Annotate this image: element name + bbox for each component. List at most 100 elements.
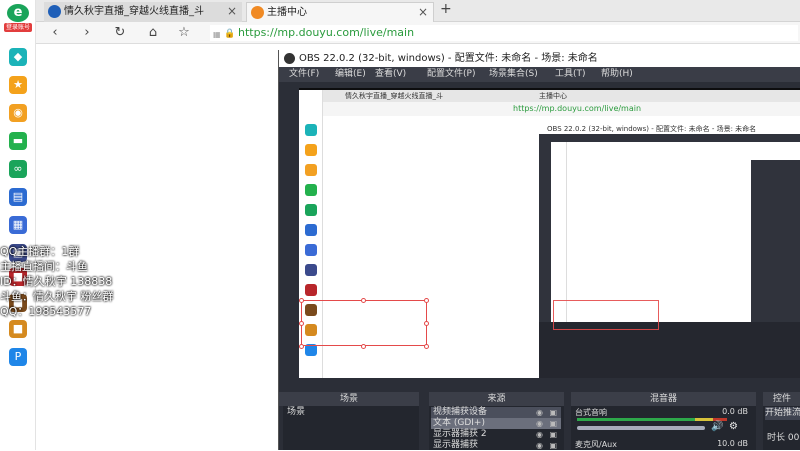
- controls-panel: 开始推流 时长 00: [763, 406, 800, 450]
- eye-icon[interactable]: ◉: [536, 418, 543, 429]
- address-bar[interactable]: ▦ 🔒 https://mp.douyu.com/live/main: [210, 25, 798, 41]
- captured-tab-title-2: 主播中心: [539, 92, 567, 100]
- login-label[interactable]: 登录账号: [4, 23, 32, 32]
- close-icon[interactable]: ×: [418, 3, 428, 22]
- source-label: 显示器捕获: [433, 440, 479, 450]
- eye-icon[interactable]: ◉: [536, 407, 543, 418]
- selection-box-nested: [553, 300, 659, 330]
- stream-overlay-text: QQ主播群：1群 主播直播间：斗鱼 ID：情久秋宇 138838 斗鱼：情久秋宇 粉丝…: [0, 245, 150, 325]
- resize-handle[interactable]: [361, 344, 366, 349]
- resize-handle[interactable]: [299, 321, 304, 326]
- eye-icon[interactable]: ◉: [536, 440, 543, 451]
- obs-menu-bar: 文件(F) 编辑(E) 查看(V) 配置文件(P) 场景集合(S) 工具(T) 帮助(H): [279, 67, 800, 82]
- captured-document-icon: [305, 244, 317, 256]
- sources-header: 来源: [429, 392, 564, 406]
- obs-title-bar: OBS 22.0.2 (32-bit, windows) - 配置文件: 未命名…: [279, 50, 800, 67]
- tab-douyu-stream[interactable]: 情久秋宇直播_穿越火线直播_斗 ×: [44, 2, 242, 22]
- lock-icon[interactable]: ▣: [549, 440, 557, 451]
- document-icon[interactable]: ▦: [9, 216, 27, 234]
- resize-handle[interactable]: [299, 298, 304, 303]
- resize-handle[interactable]: [361, 298, 366, 303]
- source-item[interactable]: 视频捕获设备 ◉ ▣: [431, 407, 561, 418]
- logo-icon: e: [7, 4, 29, 22]
- selection-box[interactable]: [301, 300, 427, 346]
- close-icon[interactable]: ×: [227, 2, 237, 21]
- resize-handle[interactable]: [424, 298, 429, 303]
- resize-handle[interactable]: [299, 344, 304, 349]
- lock-icon[interactable]: ▣: [549, 407, 557, 418]
- mixer-header: 混音器: [571, 392, 756, 406]
- captured-obs: OBS 22.0.2 (32-bit, windows) - 配置文件: 未命名…: [539, 124, 800, 378]
- p-icon[interactable]: P: [9, 348, 27, 366]
- obs-menu-item[interactable]: 工具(T): [555, 67, 586, 82]
- lock-icon: 🔒: [224, 29, 236, 39]
- scenes-list: 场景: [283, 406, 419, 450]
- captured-preview-2: [551, 142, 800, 322]
- tab-streamer-center[interactable]: 主播中心 ×: [246, 2, 434, 22]
- browser-tab-icon: [48, 5, 61, 18]
- mixer-channel-value: 0.0 dB: [722, 407, 748, 416]
- mixer-channel-value-2: 10.0 dB: [717, 439, 748, 448]
- weibo-icon[interactable]: ◉: [9, 104, 27, 122]
- captured-obs-2: [751, 160, 800, 322]
- captured-tab-title: 情久秋宇直播_穿越火线直播_斗: [345, 92, 443, 100]
- obs-menu-item[interactable]: 文件(F): [289, 67, 319, 82]
- resize-handle[interactable]: [424, 321, 429, 326]
- source-item[interactable]: 文本 (GDI+) ◉ ▣: [431, 418, 561, 429]
- bookmark-star-icon[interactable]: ☆: [175, 24, 193, 42]
- obs-menu-item[interactable]: 帮助(H): [601, 67, 633, 82]
- captured-star-icon: [305, 144, 317, 156]
- source-label: 显示器捕获 2: [433, 429, 487, 439]
- captured-docks: [539, 322, 800, 378]
- start-streaming-button[interactable]: 开始推流: [765, 407, 800, 420]
- screen-icon[interactable]: ▬: [9, 132, 27, 150]
- home-button[interactable]: ⌂: [144, 24, 162, 42]
- overlay-line: ID：情久秋宇 138838: [0, 275, 113, 288]
- overlay-line: QQ主播群：1群: [0, 245, 80, 258]
- lock-icon[interactable]: ▣: [549, 429, 557, 440]
- diamond-icon[interactable]: ◆: [9, 48, 27, 66]
- captured-diamond-icon: [305, 124, 317, 136]
- captured-screen-icon: [305, 184, 317, 196]
- browser-toolbar: ‹ › ↻ ⌂ ☆ ▦ 🔒 https://mp.douyu.com/live/…: [36, 22, 800, 44]
- obs-menu-item[interactable]: 查看(V): [375, 67, 406, 82]
- obs-menu-item[interactable]: 场景集合(S): [489, 67, 538, 82]
- captured-app-icon: [305, 264, 317, 276]
- duration-label: 时长 00: [767, 433, 800, 443]
- new-tab-icon[interactable]: +: [440, 1, 452, 17]
- obs-menu-item[interactable]: 配置文件(P): [427, 67, 475, 82]
- captured-toolbar: https://mp.douyu.com/live/main: [299, 102, 800, 116]
- captured-tab-strip: 情久秋宇直播_穿越火线直播_斗 主播中心: [299, 90, 800, 102]
- game-icon[interactable]: ▤: [9, 188, 27, 206]
- source-label: 视频捕获设备: [433, 407, 488, 417]
- volume-slider[interactable]: [577, 426, 705, 430]
- captured-weibo-icon: [305, 164, 317, 176]
- obs-logo-icon: [284, 53, 295, 64]
- scenes-header: 场景: [279, 392, 419, 406]
- scene-item[interactable]: 场景: [285, 407, 417, 418]
- reload-button[interactable]: ↻: [111, 24, 129, 42]
- gear-icon[interactable]: ⚙: [729, 421, 738, 432]
- link-icon[interactable]: ∞: [9, 160, 27, 178]
- obs-preview[interactable]: 情久秋宇直播_穿越火线直播_斗 主播中心 https://mp.douyu.co…: [299, 88, 800, 378]
- forward-button[interactable]: ›: [78, 24, 96, 42]
- back-button[interactable]: ‹: [46, 24, 64, 42]
- tab-title: 情久秋宇直播_穿越火线直播_斗: [64, 6, 204, 17]
- source-item[interactable]: 显示器捕获 2 ◉ ▣: [431, 429, 561, 440]
- captured-game-icon: [305, 224, 317, 236]
- eye-icon[interactable]: ◉: [536, 429, 543, 440]
- captured-game-tile-icon: [305, 284, 317, 296]
- apps-grid-icon[interactable]: ▦: [213, 27, 221, 43]
- obs-menu-item[interactable]: 编辑(E): [335, 67, 366, 82]
- resize-handle[interactable]: [424, 344, 429, 349]
- mixer-channel-name-2: 麦克风/Aux: [575, 440, 617, 449]
- star-icon[interactable]: ★: [9, 76, 27, 94]
- logo[interactable]: e 登录账号: [4, 4, 32, 34]
- douyu-tab-icon: [251, 6, 264, 19]
- source-item[interactable]: 显示器捕获 ◉ ▣: [431, 440, 561, 451]
- speaker-icon[interactable]: 🔊: [711, 421, 723, 432]
- obs-window: OBS 22.0.2 (32-bit, windows) - 配置文件: 未命名…: [278, 50, 800, 450]
- source-label: 文本 (GDI+): [433, 418, 485, 428]
- lock-icon[interactable]: ▣: [549, 418, 557, 429]
- audio-mixer: 台式音响 0.0 dB 🔊 ⚙ 麦克风/Aux 10.0 dB: [571, 406, 756, 450]
